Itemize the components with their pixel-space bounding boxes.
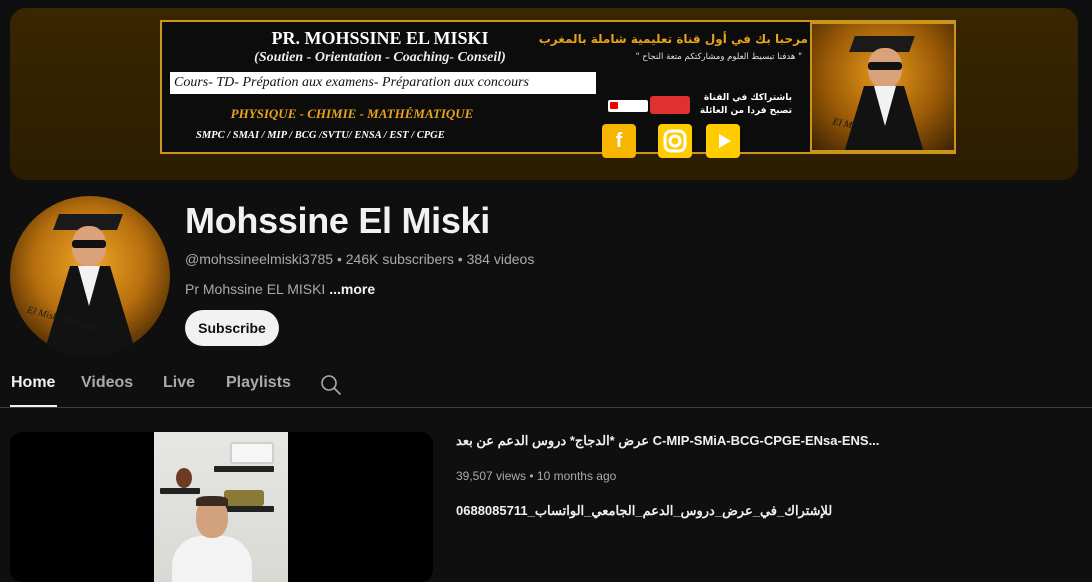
shelf bbox=[214, 466, 274, 472]
banner-arabic-slogan: " هدفنا تبسيط العلوم ومشاركتكم متعة النج… bbox=[635, 52, 802, 62]
facebook-icon: f bbox=[602, 124, 636, 158]
shelf bbox=[160, 488, 200, 494]
video-count: 384 videos bbox=[466, 251, 535, 267]
channel-avatar[interactable]: El Miski Mohssine bbox=[10, 196, 170, 356]
banner-arabic-subscribe: باشتراكك في القناة تصبح فردا من العائلة bbox=[700, 92, 792, 118]
shelf-plaque bbox=[230, 442, 274, 464]
meta-separator: • bbox=[526, 469, 537, 483]
channel-description[interactable]: Pr Mohssine EL MISKI ...more bbox=[185, 281, 375, 297]
featured-video-thumbnail[interactable] bbox=[10, 432, 433, 582]
banner-right-panel: مرحبا بك في أول قناة تعليمية شاملة بالمغ… bbox=[539, 22, 810, 158]
banner-arabic-subscribe-line1: باشتراكك في القناة bbox=[703, 93, 792, 103]
video-description: للإشتراك_في_عرض_دروس_الدعم_الجامعي_الوات… bbox=[456, 503, 833, 518]
sunglasses-icon bbox=[868, 62, 902, 70]
video-views: 39,507 views bbox=[456, 469, 527, 483]
banner-arabic-subscribe-line2: تصبح فردا من العائلة bbox=[699, 106, 792, 116]
sunglasses-icon bbox=[72, 240, 106, 248]
like-bell-graphic-icon bbox=[650, 96, 690, 114]
channel-name: Mohssine El Miski bbox=[185, 200, 490, 241]
tab-videos[interactable]: Videos bbox=[81, 374, 133, 392]
youtube-icon bbox=[706, 124, 740, 158]
subscribe-button[interactable]: Subscribe bbox=[185, 310, 279, 346]
meta-separator: • bbox=[333, 251, 346, 267]
channel-banner: PR. MOHSSINE EL MISKI (Soutien - Orienta… bbox=[10, 8, 1078, 180]
shelf-books bbox=[224, 490, 264, 506]
banner-subtitle: (Soutien - Orientation - Coaching- Conse… bbox=[254, 50, 506, 65]
tab-playlists[interactable]: Playlists bbox=[226, 374, 291, 392]
meta-separator: • bbox=[453, 251, 467, 267]
banner-arabic-welcome: مرحبا بك في أول قناة تعليمية شاملة بالمغ… bbox=[538, 32, 808, 46]
description-text: Pr Mohssine EL MISKI bbox=[185, 281, 326, 297]
banner-title: PR. MOHSSINE EL MISKI bbox=[271, 28, 489, 48]
person-hair bbox=[196, 496, 228, 506]
search-icon[interactable] bbox=[320, 374, 342, 396]
shelf-decor bbox=[176, 468, 192, 488]
banner-left-panel: PR. MOHSSINE EL MISKI (Soutien - Orienta… bbox=[162, 22, 602, 152]
banner-photo: El Miski Mohssine bbox=[810, 22, 956, 152]
subscriber-count: 246K subscribers bbox=[345, 251, 454, 267]
channel-tabs: Home Videos Live Playlists bbox=[0, 364, 1092, 408]
video-age: 10 months ago bbox=[536, 469, 617, 483]
tab-live[interactable]: Live bbox=[163, 374, 195, 392]
more-link[interactable]: ...more bbox=[329, 281, 375, 297]
tab-home[interactable]: Home bbox=[11, 374, 55, 392]
banner-subjects: PHYSIQUE - CHIMIE - MATHÉMATIQUE bbox=[230, 106, 474, 121]
channel-meta: @mohssineelmiski3785 • 246K subscribers … bbox=[185, 251, 534, 267]
video-meta: 39,507 views • 10 months ago bbox=[456, 469, 616, 483]
active-tab-indicator bbox=[10, 405, 57, 407]
channel-handle: @mohssineelmiski3785 bbox=[185, 251, 334, 267]
subscribe-graphic-icon bbox=[608, 100, 648, 112]
video-title[interactable]: عرض *الدجاج* دروس الدعم عن بعد C-MIP-SMi… bbox=[456, 433, 879, 449]
banner-image: PR. MOHSSINE EL MISKI (Soutien - Orienta… bbox=[160, 20, 956, 158]
banner-services: Cours- TD- Prépation aux examens- Prépar… bbox=[170, 72, 596, 94]
person-body bbox=[172, 536, 252, 582]
video-frame bbox=[154, 432, 288, 582]
instagram-icon bbox=[658, 124, 692, 158]
banner-tracks: SMPC / SMAI / MIP / BCG /SVTU/ ENSA / ES… bbox=[196, 130, 445, 141]
